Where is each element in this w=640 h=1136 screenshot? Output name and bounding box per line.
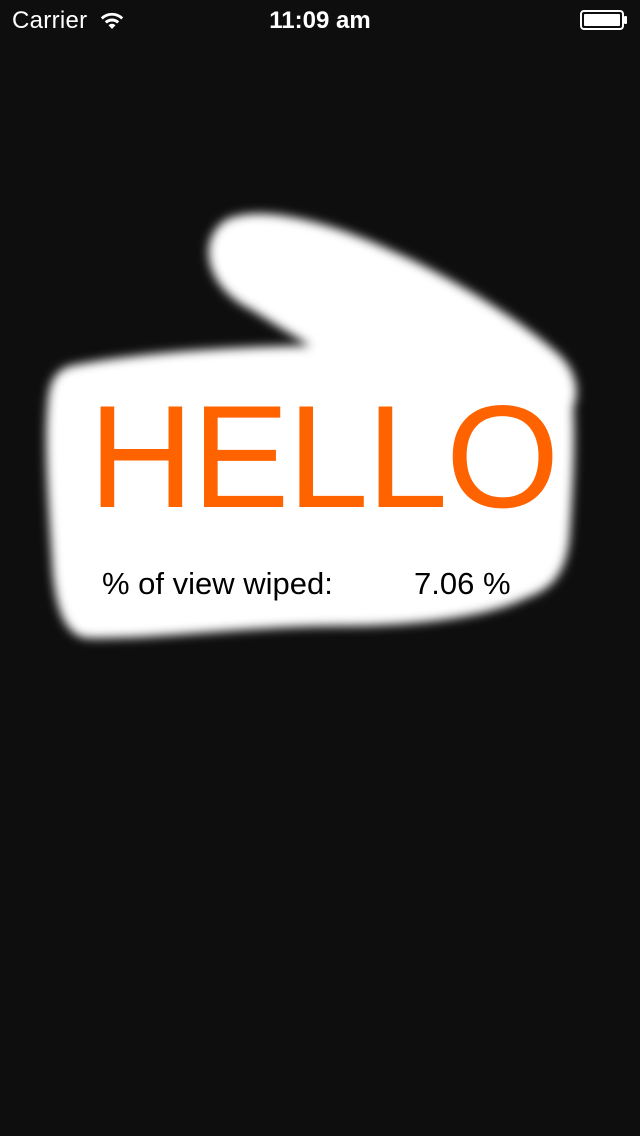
scratch-screen[interactable]: Carrier 11:09 am HELLO % of view wiped: … [0, 0, 640, 1136]
wiped-percent-label: % of view wiped: [102, 566, 333, 601]
hello-label: HELLO [88, 375, 560, 538]
wiped-percent-value: 7.06 % [414, 566, 511, 601]
